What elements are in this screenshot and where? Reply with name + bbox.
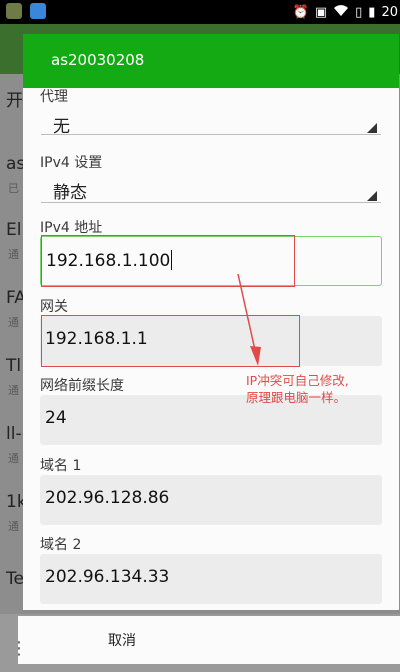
status-left-icons bbox=[6, 3, 46, 19]
ipv4-settings-label: IPv4 设置 bbox=[40, 155, 103, 171]
status-bar: ⏰ ▣ ▯ ▮ 20 bbox=[0, 0, 400, 24]
bg-row-sub: 通 bbox=[8, 316, 19, 329]
bg-row-sub: 通 bbox=[8, 248, 19, 261]
dialog-title-bar: as20030208 bbox=[23, 34, 399, 88]
android-icon bbox=[6, 3, 22, 19]
dns2-input[interactable]: 202.96.134.33 bbox=[40, 554, 382, 604]
dns1-input[interactable]: 202.96.128.86 bbox=[40, 475, 382, 525]
gateway-label: 网关 bbox=[40, 299, 68, 315]
wifi-icon bbox=[333, 3, 349, 21]
bg-row-title: Te bbox=[6, 569, 24, 589]
dns2-label: 域名 2 bbox=[40, 537, 82, 553]
spinner-underline bbox=[41, 134, 381, 135]
status-right-icons: ⏰ ▣ ▯ ▮ 20 bbox=[293, 3, 398, 21]
proxy-label: 代理 bbox=[40, 89, 68, 105]
bg-row-title: Tl bbox=[6, 356, 22, 376]
ipv4-settings-value: 静态 bbox=[53, 183, 87, 203]
sim-icon: ▯ bbox=[355, 4, 363, 20]
dns1-value: 202.96.128.86 bbox=[45, 488, 170, 508]
bg-row-sub: 通 bbox=[8, 452, 19, 465]
bg-row-title: ll- bbox=[6, 424, 22, 444]
status-time: 20 bbox=[381, 4, 398, 20]
dialog-button-bar: 取消 bbox=[18, 616, 400, 664]
dialog-title: as20030208 bbox=[51, 51, 145, 69]
prefix-length-value: 24 bbox=[45, 408, 67, 428]
dropdown-arrow-icon bbox=[367, 123, 377, 133]
prefix-length-label: 网络前缀长度 bbox=[40, 378, 124, 394]
overflow-dots-icon: ⋮ bbox=[10, 638, 28, 659]
annotation-line-2: 原理跟电脑一样。 bbox=[246, 390, 347, 405]
notification-icon: ▣ bbox=[314, 4, 328, 20]
cancel-button[interactable]: 取消 bbox=[108, 630, 136, 650]
dns1-label: 域名 1 bbox=[40, 458, 82, 474]
cloud-app-icon bbox=[30, 3, 46, 19]
bg-row-title: El bbox=[6, 220, 22, 240]
annotation-arrow-icon bbox=[237, 273, 261, 366]
bg-row-title: 开 bbox=[6, 91, 23, 111]
annotation-line-1: IP冲突可自己修改, bbox=[246, 373, 349, 388]
ipv4-address-label: IPv4 地址 bbox=[40, 220, 103, 236]
bg-row-sub: 通 bbox=[8, 520, 19, 533]
battery-icon: ▮ bbox=[368, 4, 376, 20]
spinner-underline bbox=[41, 202, 381, 203]
alarm-icon: ⏰ bbox=[292, 4, 309, 20]
bg-row-sub: 通 bbox=[8, 384, 19, 397]
dropdown-arrow-icon bbox=[367, 191, 377, 201]
bg-row-sub: 已 bbox=[8, 182, 19, 195]
dns2-value: 202.96.134.33 bbox=[45, 567, 170, 587]
annotation-note: IP冲突可自己修改, 原理跟电脑一样。 bbox=[246, 372, 349, 406]
